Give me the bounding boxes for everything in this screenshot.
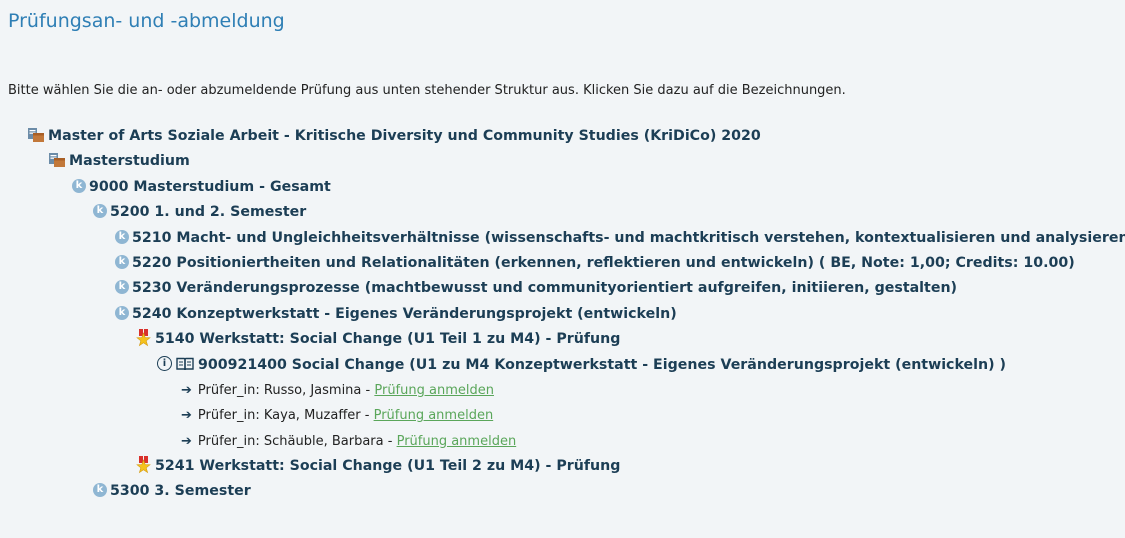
examiner-label: Prüfer_in: Kaya, Muzaffer - bbox=[197, 408, 374, 424]
k-icon: k bbox=[115, 280, 129, 295]
module-5240-link[interactable]: 5240 Konzeptwerkstatt - Eigenes Veränder… bbox=[132, 306, 677, 322]
tree-row-sem3: k 5300 3. Semester bbox=[0, 479, 1125, 504]
tree-row-masterstudium: Masterstudium bbox=[0, 149, 1125, 174]
sem12-link[interactable]: 5200 1. und 2. Semester bbox=[110, 204, 306, 220]
k-icon: k bbox=[72, 178, 86, 193]
k-icon: k bbox=[93, 483, 107, 498]
medal-icon bbox=[136, 329, 151, 347]
exam-5241-link[interactable]: 5241 Werkstatt: Social Change (U1 Teil 2… bbox=[155, 458, 620, 474]
folder-icon bbox=[28, 128, 44, 142]
tree-row-course: i 900921400 Social Change (U1 zu M4 Konz… bbox=[0, 353, 1125, 378]
arrow-right-icon: ➔ bbox=[181, 433, 192, 449]
examiner-row: ➔ Prüfer_in: Russo, Jasmina - Prüfung anm… bbox=[0, 378, 1125, 403]
folder-icon bbox=[49, 153, 65, 168]
tree-row-5230: k 5230 Veränderungsprozesse (machtbewusst… bbox=[0, 276, 1125, 301]
tree-row-program: Master of Arts Soziale Arbeit - Kritisch… bbox=[0, 124, 1125, 149]
examiner-label: Prüfer_in: Schäuble, Barbara - bbox=[197, 433, 397, 449]
gesamt-link[interactable]: 9000 Masterstudium - Gesamt bbox=[89, 179, 331, 195]
tree-row-5240: k 5240 Konzeptwerkstatt - Eigenes Verände… bbox=[0, 302, 1125, 327]
arrow-right-icon: ➔ bbox=[181, 408, 192, 424]
examiner-row: ➔ Prüfer_in: Schäuble, Barbara - Prüfung … bbox=[0, 429, 1125, 454]
program-link[interactable]: Master of Arts Soziale Arbeit - Kritisch… bbox=[48, 128, 761, 144]
register-exam-link[interactable]: Prüfung anmelden bbox=[374, 383, 494, 398]
register-exam-link[interactable]: Prüfung anmelden bbox=[397, 434, 517, 449]
k-icon: k bbox=[115, 254, 129, 269]
arrow-right-icon: ➔ bbox=[181, 382, 192, 398]
tree-row-5220: k 5220 Positioniertheiten und Relationali… bbox=[0, 251, 1125, 276]
sem3-link[interactable]: 5300 3. Semester bbox=[110, 483, 251, 499]
medal-icon bbox=[136, 456, 151, 474]
tree-row-5210: k 5210 Macht- und Ungleichheitsverhältnis… bbox=[0, 226, 1125, 251]
tree-row-sem12: k 5200 1. und 2. Semester bbox=[0, 200, 1125, 225]
exam-5140-link[interactable]: 5140 Werkstatt: Social Change (U1 Teil 1… bbox=[155, 331, 620, 347]
tree-row-5140: 5140 Werkstatt: Social Change (U1 Teil 1… bbox=[0, 327, 1125, 352]
course-link[interactable]: 900921400 Social Change (U1 zu M4 Konzep… bbox=[198, 357, 1006, 373]
page-title: Prüfungsan- und -abmeldung bbox=[8, 10, 285, 32]
intro-text: Bitte wählen Sie die an- oder abzumelden… bbox=[8, 83, 846, 98]
book-icon bbox=[176, 357, 194, 370]
register-exam-link[interactable]: Prüfung anmelden bbox=[374, 408, 494, 423]
tree-row-gesamt: k 9000 Masterstudium - Gesamt bbox=[0, 175, 1125, 200]
exam-tree: Master of Arts Soziale Arbeit - Kritisch… bbox=[0, 124, 1125, 505]
module-5210-link[interactable]: 5210 Macht- und Ungleichheitsverhältniss… bbox=[132, 230, 1125, 246]
tree-row-5241: 5241 Werkstatt: Social Change (U1 Teil 2… bbox=[0, 454, 1125, 479]
k-icon: k bbox=[115, 229, 129, 244]
module-5230-link[interactable]: 5230 Veränderungsprozesse (machtbewusst … bbox=[132, 280, 957, 296]
k-icon: k bbox=[93, 204, 107, 219]
examiner-row: ➔ Prüfer_in: Kaya, Muzaffer - Prüfung anm… bbox=[0, 403, 1125, 428]
k-icon: k bbox=[115, 305, 129, 320]
masterstudium-link[interactable]: Masterstudium bbox=[69, 153, 190, 169]
info-icon[interactable]: i bbox=[157, 356, 172, 372]
examiner-label: Prüfer_in: Russo, Jasmina - bbox=[197, 382, 375, 398]
module-5220-link[interactable]: 5220 Positioniertheiten und Relationalit… bbox=[132, 255, 1075, 271]
